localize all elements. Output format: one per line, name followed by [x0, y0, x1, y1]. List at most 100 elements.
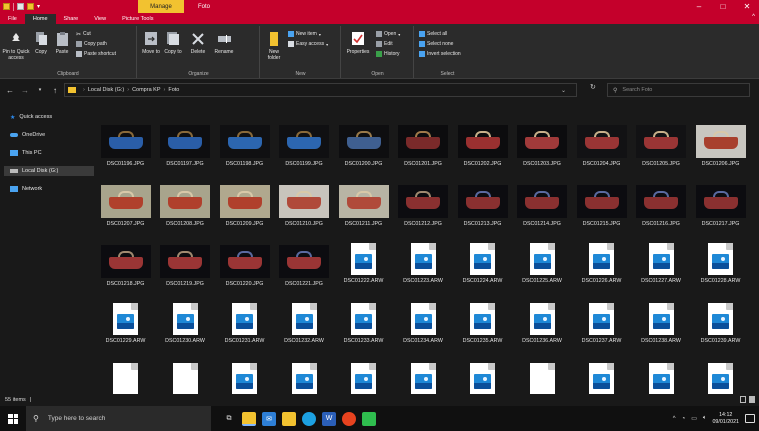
paste-shortcut-button[interactable]: Paste shortcut [76, 50, 116, 58]
file-item[interactable] [98, 360, 153, 394]
copy-button[interactable]: Copy [31, 30, 51, 55]
clock[interactable]: 14:12 09/01/2021 [712, 412, 739, 426]
pin-to-quick-access-button[interactable]: Pin to Quick access [2, 30, 30, 61]
edit-button[interactable]: Edit [376, 40, 393, 48]
file-explorer-icon[interactable] [242, 411, 256, 426]
sidebar-item-this-pc[interactable]: This PC [10, 148, 42, 158]
whatsapp-icon[interactable] [362, 411, 376, 426]
new-folder-button[interactable]: New folder [263, 30, 285, 61]
network-tray-icon[interactable]: ◔ [682, 416, 686, 422]
file-item[interactable] [217, 360, 272, 394]
tab-home[interactable]: Home [24, 14, 56, 24]
file-item[interactable]: DSC01233.ARW [336, 300, 391, 356]
file-item[interactable]: DSC01229.ARW [98, 300, 153, 356]
task-view-icon[interactable]: ⧉ [222, 412, 236, 426]
maximize-button[interactable]: □ [711, 0, 735, 13]
sidebar-item-quick-access[interactable]: ★ Quick access [10, 112, 52, 122]
open-button[interactable]: Open ▾ [376, 30, 400, 38]
file-item[interactable] [455, 360, 510, 394]
file-item[interactable]: DSC01196.JPG [98, 120, 153, 176]
file-item[interactable]: DSC01201.JPG [396, 120, 451, 176]
notification-center-icon[interactable] [745, 414, 755, 423]
breadcrumb-compra-kp[interactable]: Compra KP [132, 87, 160, 93]
refresh-icon[interactable]: ↻ [590, 83, 596, 91]
file-item[interactable]: DSC01227.ARW [634, 240, 689, 296]
rename-button[interactable]: Rename [211, 30, 237, 55]
file-item[interactable]: DSC01221.JPG [277, 240, 332, 296]
tab-picture-tools[interactable]: Picture Tools [114, 14, 161, 24]
taskbar-search-box[interactable]: ⚲ Type here to search [26, 406, 211, 431]
file-item[interactable]: DSC01207.JPG [98, 180, 153, 236]
select-none-button[interactable]: Select none [419, 40, 453, 48]
new-folder-icon[interactable] [27, 3, 34, 10]
close-button[interactable]: ✕ [735, 0, 759, 13]
file-item[interactable]: DSC01209.JPG [217, 180, 272, 236]
edge-browser-icon[interactable] [302, 411, 316, 426]
forward-arrow-icon[interactable]: → [20, 86, 30, 95]
file-item[interactable]: DSC01206.JPG [693, 120, 748, 176]
file-item[interactable]: DSC01217.JPG [693, 180, 748, 236]
easy-access-button[interactable]: Easy access ▾ [288, 40, 328, 48]
search-box[interactable]: ⚲ Search Foto [607, 83, 750, 97]
file-item[interactable]: DSC01219.JPG [158, 240, 213, 296]
back-arrow-icon[interactable]: ← [5, 86, 15, 95]
breadcrumb-local-disk[interactable]: Local Disk (G:) [88, 87, 124, 93]
address-history-chevron-icon[interactable]: ⌄ [561, 87, 566, 94]
file-item[interactable]: DSC01212.JPG [396, 180, 451, 236]
file-item[interactable] [634, 360, 689, 394]
file-item[interactable]: DSC01200.JPG [336, 120, 391, 176]
select-all-button[interactable]: Select all [419, 30, 447, 38]
sidebar-item-onedrive[interactable]: OneDrive [10, 130, 45, 140]
sidebar-item-network[interactable]: Network [10, 184, 42, 194]
store-icon[interactable] [282, 411, 296, 426]
large-icons-view-icon[interactable] [749, 396, 755, 403]
move-to-button[interactable]: Move to [140, 30, 162, 55]
file-item[interactable]: DSC01199.JPG [277, 120, 332, 176]
mail-icon[interactable]: ✉ [262, 411, 276, 426]
recent-locations-chevron-icon[interactable]: ▾ [35, 87, 45, 93]
file-item[interactable]: DSC01234.ARW [396, 300, 451, 356]
file-item[interactable]: DSC01220.JPG [217, 240, 272, 296]
file-item[interactable]: DSC01231.ARW [217, 300, 272, 356]
history-button[interactable]: History [376, 50, 400, 58]
file-item[interactable]: DSC01198.JPG [217, 120, 272, 176]
show-hidden-icons-chevron-icon[interactable]: ^ [673, 416, 676, 422]
file-item[interactable] [396, 360, 451, 394]
word-icon[interactable]: W [322, 411, 336, 426]
file-item[interactable]: DSC01235.ARW [455, 300, 510, 356]
file-item[interactable]: DSC01205.JPG [634, 120, 689, 176]
file-item[interactable]: DSC01238.ARW [634, 300, 689, 356]
file-item[interactable] [277, 360, 332, 394]
opera-browser-icon[interactable] [342, 411, 356, 426]
copy-path-button[interactable]: Copy path [76, 40, 107, 48]
file-item[interactable]: DSC01218.JPG [98, 240, 153, 296]
file-item[interactable]: DSC01215.JPG [574, 180, 629, 236]
file-item[interactable]: DSC01197.JPG [158, 120, 213, 176]
file-item[interactable]: DSC01204.JPG [574, 120, 629, 176]
file-item[interactable] [574, 360, 629, 394]
collapse-ribbon-button[interactable]: ^ [752, 14, 755, 20]
file-item[interactable]: DSC01228.ARW [693, 240, 748, 296]
battery-icon[interactable]: ▭ [691, 415, 697, 422]
address-bar[interactable]: › Local Disk (G:) › Compra KP › Foto ⌄ [64, 83, 577, 97]
file-item[interactable] [336, 360, 391, 394]
file-item[interactable] [158, 360, 213, 394]
file-item[interactable]: DSC01210.JPG [277, 180, 332, 236]
file-item[interactable]: DSC01211.JPG [336, 180, 391, 236]
file-item[interactable]: DSC01239.ARW [693, 300, 748, 356]
file-item[interactable]: DSC01216.JPG [634, 180, 689, 236]
file-item[interactable]: DSC01237.ARW [574, 300, 629, 356]
file-item[interactable]: DSC01214.JPG [515, 180, 570, 236]
tab-share[interactable]: Share [56, 14, 87, 24]
delete-button[interactable]: Delete [186, 30, 210, 55]
file-item[interactable]: DSC01230.ARW [158, 300, 213, 356]
cut-button[interactable]: ✂ Cut [76, 30, 91, 38]
sidebar-item-local-disk[interactable]: Local Disk (G:) [4, 166, 94, 176]
details-view-icon[interactable] [740, 396, 746, 403]
file-item[interactable]: DSC01224.ARW [455, 240, 510, 296]
file-item[interactable]: DSC01223.ARW [396, 240, 451, 296]
customize-toolbar-chevron-icon[interactable]: ▾ [37, 3, 40, 10]
file-item[interactable]: DSC01236.ARW [515, 300, 570, 356]
file-item[interactable]: DSC01225.ARW [515, 240, 570, 296]
properties-icon[interactable] [17, 3, 24, 10]
